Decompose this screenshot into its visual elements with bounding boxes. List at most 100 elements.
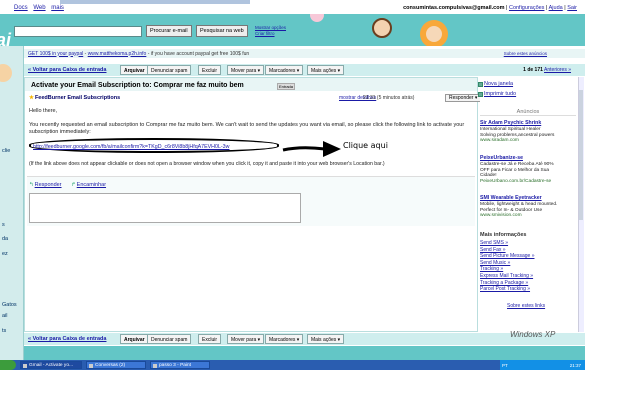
print-all-link[interactable]: Imprimir tudo: [484, 91, 516, 97]
more-info-link[interactable]: Send SMS »: [480, 240, 534, 247]
reply-link[interactable]: Responder: [35, 182, 62, 188]
confirmation-link[interactable]: http://feedburner.google.com/fb/a/mailco…: [33, 144, 229, 150]
search-options: Mostrar opções Criar filtro: [255, 25, 286, 37]
more-info-link[interactable]: Express Mail Tracking »: [480, 273, 534, 280]
language-indicator[interactable]: PT: [502, 363, 508, 368]
chevron-down-icon: ▾: [474, 95, 478, 101]
task-paint[interactable]: passo 3 - Paint: [150, 361, 210, 369]
more-link[interactable]: mais: [51, 5, 64, 11]
task-label: Conversas (2): [95, 363, 126, 368]
search-mail-button[interactable]: Procurar e-mail: [146, 25, 192, 37]
action-toolbar-top: « Voltar para Caixa de entrada Arquivar …: [24, 64, 585, 76]
side-ad[interactable]: SMI Wearable Eyetracker Mobile, lightwei…: [480, 195, 580, 219]
more-info-link[interactable]: Tracking »: [480, 266, 534, 273]
labels-dropdown[interactable]: Marcadores ▾: [265, 65, 304, 75]
browser-icon: [23, 363, 27, 368]
print-icon: [478, 92, 483, 97]
report-spam-button[interactable]: Denunciar spam: [147, 334, 192, 344]
separator: |: [564, 5, 566, 11]
task-gmail[interactable]: Gmail - Activate yo...: [20, 361, 82, 369]
message-header: ★FeedBurner Email Subscriptions mostrar …: [25, 92, 495, 103]
inbox-label[interactable]: Entrada: [277, 83, 296, 90]
previous-link[interactable]: Anteriores »: [544, 67, 571, 73]
more-info-link[interactable]: Parcel Post Tracking »: [480, 286, 534, 293]
account-email: consumintas.compulsivas@gmail.com: [403, 5, 505, 11]
ad-domain[interactable]: www.matthekoma.p2h.info: [88, 51, 147, 57]
avatar: [0, 64, 12, 82]
delete-button[interactable]: Excluir: [198, 65, 222, 75]
sidebar-item[interactable]: clie: [2, 148, 10, 154]
link-note: (If the link above does not appear click…: [29, 161, 385, 167]
logout-link[interactable]: Sair: [567, 5, 577, 11]
about-links[interactable]: Sobre estes links: [507, 303, 545, 309]
reply-arrow-icon: ↰: [29, 182, 34, 188]
sidebar-item[interactable]: ts: [2, 328, 6, 334]
separator: |: [545, 5, 548, 11]
sidebar-item[interactable]: ail: [2, 313, 8, 319]
top-ad[interactable]: GET 100$ in your paypal - www.matthekoma…: [28, 51, 249, 57]
ad-title[interactable]: GET 100$ in your paypal: [28, 51, 83, 57]
archive-button[interactable]: Arquivar: [120, 334, 149, 344]
more-info-link[interactable]: Tracking a Package »: [480, 280, 534, 287]
message-subject: Activate your Email Subscription to: Com…: [31, 82, 244, 89]
quick-reply-textarea[interactable]: [29, 193, 301, 223]
left-sidebar: clie s da ez Gatos ail ts: [0, 46, 24, 370]
about-ads-link[interactable]: Sobre estes anúncios: [504, 51, 547, 56]
new-window-link[interactable]: Nova janela: [484, 81, 513, 87]
delete-button[interactable]: Excluir: [198, 334, 222, 344]
start-button[interactable]: [0, 360, 16, 370]
more-actions-dropdown[interactable]: Mais ações ▾: [307, 334, 345, 344]
help-link[interactable]: Ajuda: [549, 5, 563, 11]
more-info-link[interactable]: Send Fax »: [480, 247, 534, 254]
report-spam-button[interactable]: Denunciar spam: [147, 65, 192, 75]
greeting: Hello there,: [29, 108, 58, 114]
separator: |: [506, 5, 508, 11]
sidebar-item[interactable]: ez: [2, 251, 8, 257]
taskbar: Gmail - Activate yo... Conversas (2) pas…: [0, 360, 585, 370]
annotation-arrow-icon: [282, 141, 341, 157]
move-to-dropdown[interactable]: Mover para ▾: [227, 65, 265, 75]
message-body: Hello there, You recently requested an e…: [29, 108, 469, 136]
web-link[interactable]: Web: [33, 5, 45, 11]
star-icon[interactable]: ★: [29, 95, 34, 101]
ad-text: - if you have account paypal get free 10…: [146, 50, 250, 57]
task-conversations[interactable]: Conversas (2): [86, 361, 146, 369]
screen: Docs Web mais consumintas.compulsivas@gm…: [0, 0, 585, 370]
move-to-dropdown[interactable]: Mover para ▾: [227, 334, 265, 344]
sidebar-item[interactable]: da: [2, 236, 8, 242]
docs-link[interactable]: Docs: [14, 5, 28, 11]
back-to-inbox-link[interactable]: « Voltar para Caixa de entrada: [28, 67, 106, 73]
create-filter-link[interactable]: Criar filtro: [255, 31, 286, 37]
right-column: Nova janela Imprimir tudo Anúncios Sir A…: [478, 77, 582, 332]
side-ad[interactable]: Sir Adam Psychic Shrink International Sp…: [480, 120, 580, 144]
search-input[interactable]: [14, 26, 142, 37]
scrollbar-thumb[interactable]: [579, 90, 583, 220]
back-to-inbox-link[interactable]: « Voltar para Caixa de entrada: [28, 336, 106, 342]
labels-dropdown[interactable]: Marcadores ▾: [265, 334, 304, 344]
more-actions-dropdown[interactable]: Mais ações ▾: [307, 65, 345, 75]
settings-link[interactable]: Configurações: [509, 5, 544, 11]
more-info-link[interactable]: Send Picture Message »: [480, 253, 534, 260]
more-info-link[interactable]: Send Music »: [480, 260, 534, 267]
message-date: 21:31 (5 minutos atrás): [363, 95, 415, 101]
search-web-button[interactable]: Pesquisar na web: [196, 25, 248, 37]
sidebar-item[interactable]: Gatos: [2, 302, 17, 308]
side-ad[interactable]: PeixeUrbanize-se Cadastre-se Já e Receba…: [480, 155, 580, 185]
clock: 21:37: [569, 363, 581, 368]
sender-name: FeedBurner Email Subscriptions: [34, 95, 121, 101]
ads-heading: Anúncios: [480, 109, 576, 116]
forward-arrow-icon: ↱: [71, 182, 76, 188]
google-bar: Docs Web mais consumintas.compulsivas@gm…: [0, 0, 585, 14]
archive-button[interactable]: Arquivar: [120, 65, 149, 75]
chat-icon: [89, 363, 93, 368]
sidebar-item[interactable]: s: [2, 222, 5, 228]
ad-url: www.smivision.com: [480, 213, 522, 219]
pagination: 1 de 171 Anteriores »: [523, 67, 571, 73]
ad-url: www.siradam.com: [480, 138, 519, 144]
top-ad-bar: GET 100$ in your paypal - www.matthekoma…: [24, 49, 585, 58]
system-tray: PT 21:37: [500, 360, 585, 370]
forward-link[interactable]: Encaminhar: [77, 182, 106, 188]
windows-logo: Windows XP: [510, 330, 556, 339]
bottom-margin: [0, 370, 640, 400]
google-links: Docs Web mais: [14, 5, 68, 11]
